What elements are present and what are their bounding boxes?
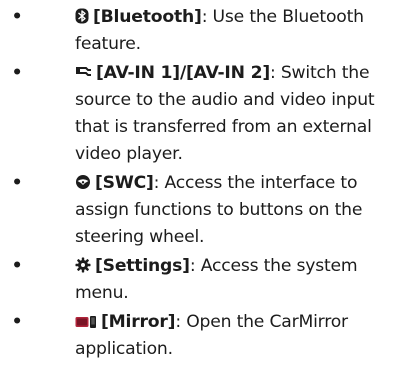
feature-list: • [Bluetooth]: Use the Bluetooth feature… [0,4,418,365]
bullet: • [11,7,23,27]
separator: : [175,312,187,332]
car-mirror-icon [75,315,97,329]
item-label: [Settings] [95,256,190,276]
separator: : [153,173,165,193]
bullet: • [11,256,23,276]
item-label: [Bluetooth] [93,7,202,27]
item-label: [AV-IN 1]/[AV-IN 2] [96,63,270,83]
bullet: • [11,312,23,332]
separator: : [189,256,201,276]
steering-wheel-icon [75,174,91,190]
list-item-bluetooth: • [Bluetooth]: Use the Bluetooth feature… [0,4,418,58]
separator: : [269,63,281,83]
separator: : [201,7,213,27]
list-item-mirror: • [Mirror]: Open the CarMirror applicati… [0,309,418,363]
gear-icon [75,257,91,273]
item-label: [SWC] [95,173,154,193]
item-label: [Mirror] [101,312,176,332]
bullet: • [11,173,23,193]
bluetooth-icon [75,8,89,24]
list-item-swc: • [SWC]: Access the interface to assign … [0,170,418,251]
list-item-av-in: • [AV-IN 1]/[AV-IN 2]: Switch the source… [0,60,418,168]
av-in-cable-icon [75,65,92,80]
bullet: • [11,63,23,83]
list-item-settings: • [Settings]: Access the system menu. [0,253,418,307]
